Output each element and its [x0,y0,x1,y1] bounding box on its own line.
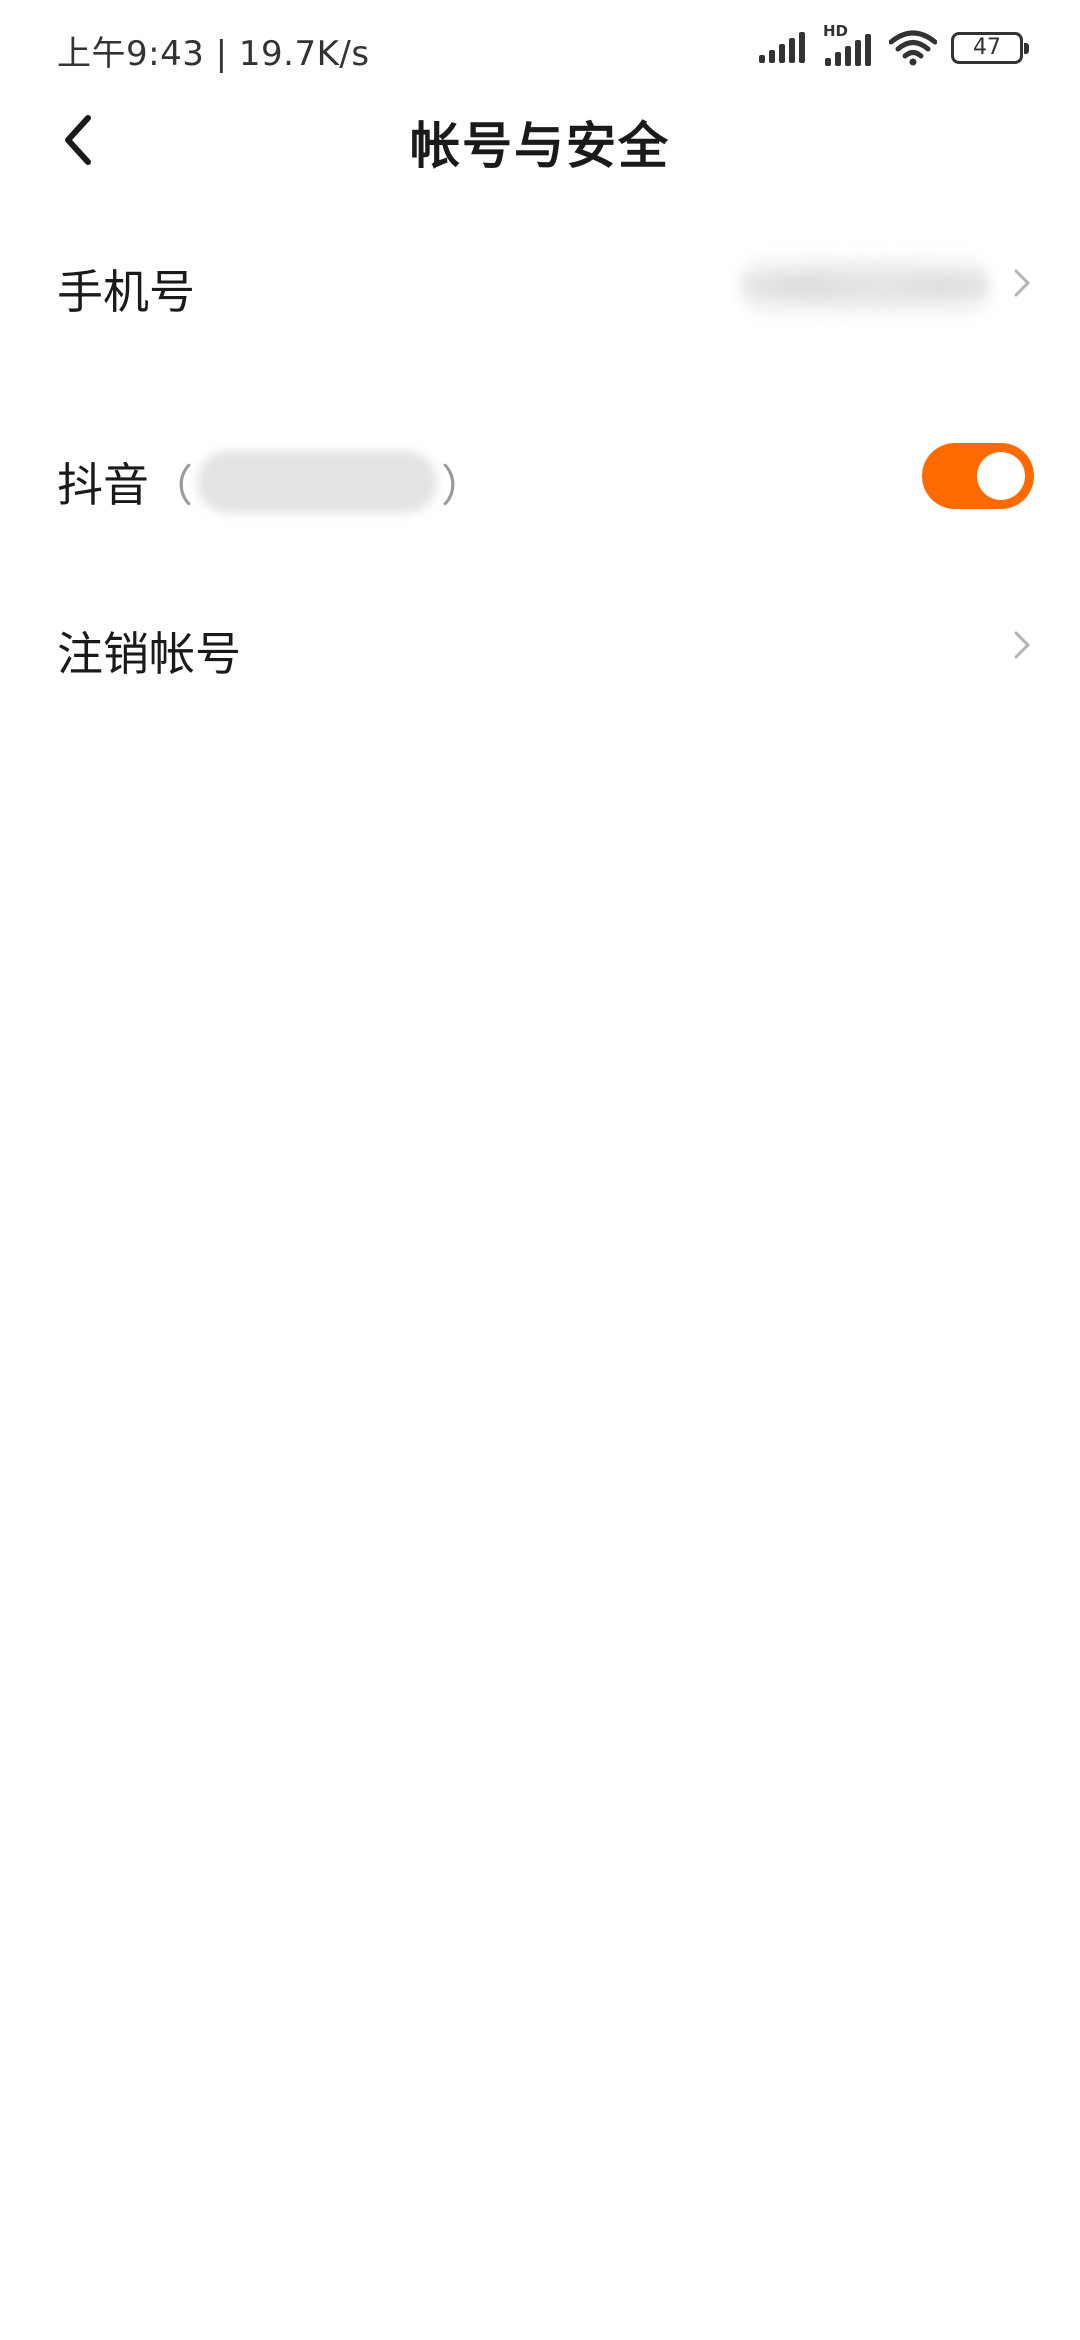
douyin-name-redacted [197,451,437,513]
page-title: 帐号与安全 [410,117,670,175]
cancel-account-row[interactable]: 注销帐号 [0,570,1080,720]
toggle-knob [977,452,1025,500]
hd-signal-icon: HD [823,22,875,68]
douyin-toggle[interactable] [922,443,1034,509]
douyin-label-group: 抖音 （ ） [57,449,485,515]
douyin-label: 抖音 [57,458,149,512]
wifi-icon [889,30,937,66]
douyin-row: 抖音 （ ） [0,405,1080,555]
status-time: 上午9:43 | 19.7K/s [57,34,370,74]
chevron-right-icon [1014,269,1030,297]
chevron-right-icon [1014,631,1030,659]
paren-close: ） [441,461,485,512]
phone-value-redacted [740,250,990,322]
header: 帐号与安全 [0,96,1080,184]
phone-label: 手机号 [57,265,195,319]
status-icons: HD 47 [759,22,1029,70]
status-bar: 上午9:43 | 19.7K/s HD 47 [0,0,1080,96]
battery-level: 47 [973,35,1001,60]
signal-icon [759,32,805,63]
battery-icon: 47 [951,32,1029,64]
phone-row[interactable]: 手机号 [0,208,1080,358]
cancel-account-label: 注销帐号 [57,627,241,681]
paren-open: （ [149,461,193,512]
